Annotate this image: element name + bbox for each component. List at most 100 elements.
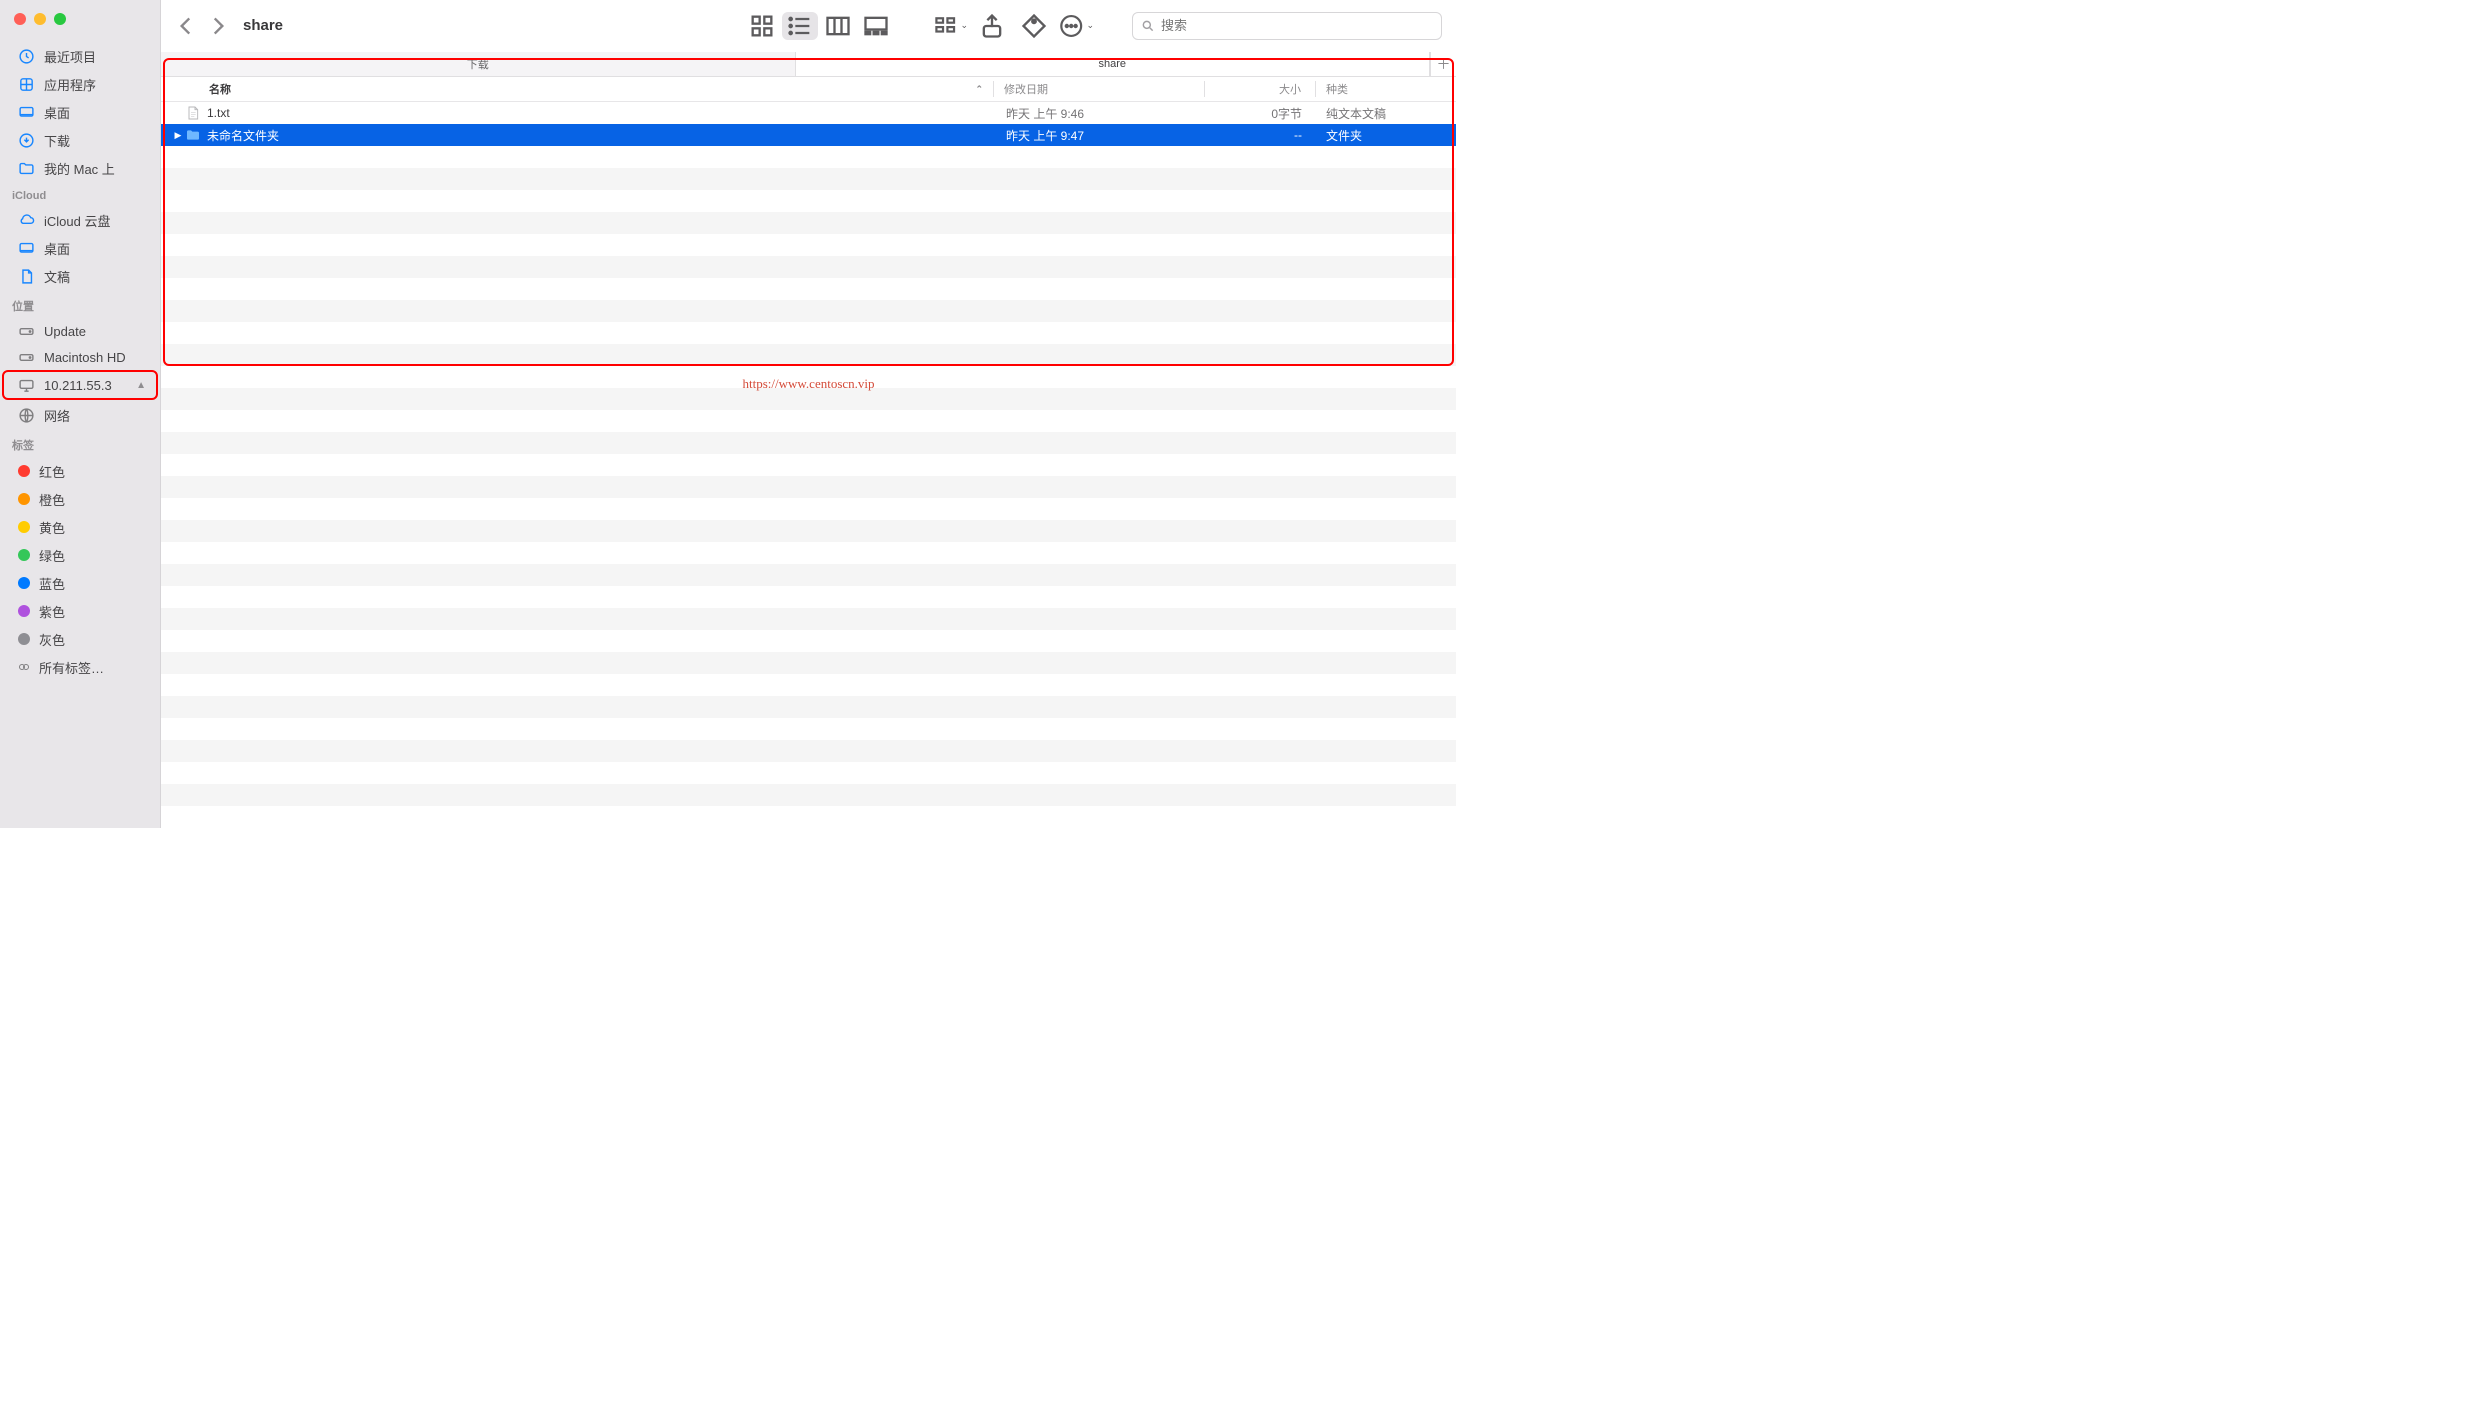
file-date: 昨天 上午 9:47 <box>996 127 1206 144</box>
empty-row <box>161 542 1456 564</box>
disk-icon <box>18 323 35 340</box>
new-tab-button[interactable]: ＋ <box>1430 52 1456 76</box>
file-size: -- <box>1206 128 1316 142</box>
column-header-date[interactable]: 修改日期 <box>994 81 1204 97</box>
empty-row <box>161 300 1456 322</box>
sidebar-section-locations: 位置 <box>0 290 160 318</box>
sidebar-tag-green[interactable]: 绿色 <box>4 541 156 569</box>
empty-row <box>161 806 1456 828</box>
sidebar-item-recents[interactable]: 最近项目 <box>4 42 156 70</box>
column-header-size[interactable]: 大小 <box>1205 81 1315 97</box>
folder-icon <box>18 160 35 177</box>
sidebar-item-downloads[interactable]: 下载 <box>4 126 156 154</box>
tab-label: share <box>1098 58 1126 70</box>
file-row[interactable]: ▶ 未命名文件夹 昨天 上午 9:47 -- 文件夹 <box>161 124 1456 146</box>
sidebar-item-update[interactable]: Update <box>4 318 156 344</box>
sidebar-item-network-host[interactable]: 10.211.55.3 ▲ <box>4 372 156 398</box>
sidebar-item-label: 最近项目 <box>44 47 96 66</box>
tag-dot-icon <box>18 605 30 617</box>
view-columns-button[interactable] <box>820 12 856 40</box>
disclosure-triangle-icon[interactable]: ▶ <box>171 130 185 141</box>
sidebar-tag-blue[interactable]: 蓝色 <box>4 569 156 597</box>
sidebar-tag-gray[interactable]: 灰色 <box>4 625 156 653</box>
sidebar-item-documents[interactable]: 文稿 <box>4 262 156 290</box>
empty-row <box>161 762 1456 784</box>
empty-row <box>161 234 1456 256</box>
sidebar-item-label: 所有标签… <box>39 658 104 677</box>
sidebar-tag-red[interactable]: 红色 <box>4 457 156 485</box>
empty-row <box>161 586 1456 608</box>
sidebar-item-desktop[interactable]: 桌面 <box>4 98 156 126</box>
sidebar-item-label: 网络 <box>44 406 70 425</box>
search-field[interactable] <box>1132 12 1442 40</box>
empty-row <box>161 410 1456 432</box>
empty-row <box>161 256 1456 278</box>
file-kind: 纯文本文稿 <box>1316 105 1456 122</box>
group-button[interactable]: ⌄ <box>932 12 968 40</box>
action-button[interactable]: ⌄ <box>1058 12 1094 40</box>
view-list-button[interactable] <box>782 12 818 40</box>
toolbar: share ⌄ ⌄ <box>161 0 1456 52</box>
fullscreen-window-button[interactable] <box>54 13 66 25</box>
sidebar-item-label: 黄色 <box>39 518 65 537</box>
tag-dot-icon <box>18 493 30 505</box>
tab-downloads[interactable]: 下载 <box>161 52 796 76</box>
window-controls <box>0 0 160 42</box>
empty-row <box>161 608 1456 630</box>
empty-row <box>161 476 1456 498</box>
sidebar-tag-orange[interactable]: 橙色 <box>4 485 156 513</box>
column-header-name[interactable]: 名称 ⌃ <box>161 81 993 97</box>
minimize-window-button[interactable] <box>34 13 46 25</box>
sidebar-item-label: Update <box>44 324 86 339</box>
file-size: 0字节 <box>1206 105 1316 122</box>
sidebar-item-label: 蓝色 <box>39 574 65 593</box>
empty-row <box>161 520 1456 542</box>
view-gallery-button[interactable] <box>858 12 894 40</box>
empty-row <box>161 322 1456 344</box>
globe-icon <box>18 407 35 424</box>
search-input[interactable] <box>1161 18 1433 33</box>
empty-row <box>161 278 1456 300</box>
file-list: 1.txt 昨天 上午 9:46 0字节 纯文本文稿 ▶ 未命名文件夹 昨天 上… <box>161 102 1456 828</box>
sidebar-item-desktop-icloud[interactable]: 桌面 <box>4 234 156 262</box>
back-button[interactable] <box>173 13 199 39</box>
text-file-icon <box>185 105 201 121</box>
tab-share[interactable]: share <box>796 52 1431 76</box>
sidebar-item-label: 应用程序 <box>44 75 96 94</box>
download-icon <box>18 132 35 149</box>
sidebar-item-on-my-mac[interactable]: 我的 Mac 上 <box>4 154 156 182</box>
sidebar-tag-purple[interactable]: 紫色 <box>4 597 156 625</box>
tag-dot-icon <box>18 633 30 645</box>
empty-row <box>161 718 1456 740</box>
empty-row <box>161 696 1456 718</box>
sidebar: 最近项目 应用程序 桌面 下载 我的 Mac 上 iCloud iCloud 云… <box>0 0 161 828</box>
sidebar-item-icloud-drive[interactable]: iCloud 云盘 <box>4 206 156 234</box>
sidebar-item-label: 文稿 <box>44 267 70 286</box>
file-date: 昨天 上午 9:46 <box>996 105 1206 122</box>
sidebar-item-applications[interactable]: 应用程序 <box>4 70 156 98</box>
sidebar-tag-yellow[interactable]: 黄色 <box>4 513 156 541</box>
file-kind: 文件夹 <box>1316 127 1456 144</box>
empty-row <box>161 564 1456 586</box>
tag-dot-icon <box>18 521 30 533</box>
sidebar-item-network[interactable]: 网络 <box>4 401 156 429</box>
tag-dot-icon <box>18 549 30 561</box>
empty-row <box>161 652 1456 674</box>
sidebar-item-label: 桌面 <box>44 103 70 122</box>
sidebar-item-label: 橙色 <box>39 490 65 509</box>
sidebar-tag-all[interactable]: 所有标签… <box>4 653 156 681</box>
tag-dot-icon <box>18 577 30 589</box>
sidebar-item-macintosh-hd[interactable]: Macintosh HD <box>4 344 156 370</box>
sidebar-item-label: 10.211.55.3 <box>44 378 112 393</box>
column-header-kind[interactable]: 种类 <box>1316 81 1456 97</box>
close-window-button[interactable] <box>14 13 26 25</box>
view-icons-button[interactable] <box>744 12 780 40</box>
desktop-icon <box>18 104 35 121</box>
forward-button[interactable] <box>205 13 231 39</box>
tag-button[interactable] <box>1016 12 1052 40</box>
share-button[interactable] <box>974 12 1010 40</box>
file-row[interactable]: 1.txt 昨天 上午 9:46 0字节 纯文本文稿 <box>161 102 1456 124</box>
disk-icon <box>18 349 35 366</box>
eject-icon[interactable]: ▲ <box>136 380 146 391</box>
search-icon <box>1141 19 1155 33</box>
